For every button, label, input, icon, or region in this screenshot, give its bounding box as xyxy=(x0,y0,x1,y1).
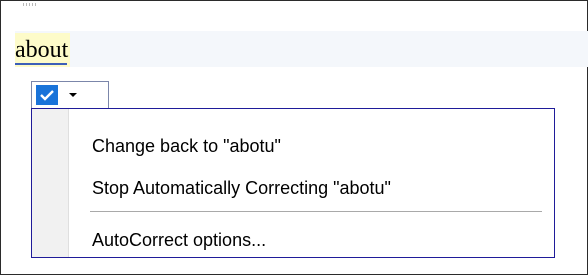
menu-gutter xyxy=(32,109,69,257)
menu-separator xyxy=(90,211,542,212)
autocorrect-options-item[interactable]: AutoCorrect options... xyxy=(92,225,266,255)
autocorrected-word[interactable]: about xyxy=(15,33,71,67)
text-line-area xyxy=(15,31,588,67)
autocorrect-menu: Change back to "abotu" Stop Automaticall… xyxy=(31,108,555,258)
document-window: about Change back to "abotu" Stop Automa… xyxy=(0,0,588,275)
autocorrect-options-button[interactable] xyxy=(31,81,109,109)
checkmark-icon xyxy=(32,82,62,108)
dropdown-arrow-icon[interactable] xyxy=(62,82,84,108)
change-back-item[interactable]: Change back to "abotu" xyxy=(92,131,281,161)
autocorrect-indicator xyxy=(15,63,67,65)
ruler-marks xyxy=(23,3,37,6)
stop-autocorrecting-item[interactable]: Stop Automatically Correcting "abotu" xyxy=(92,173,391,203)
